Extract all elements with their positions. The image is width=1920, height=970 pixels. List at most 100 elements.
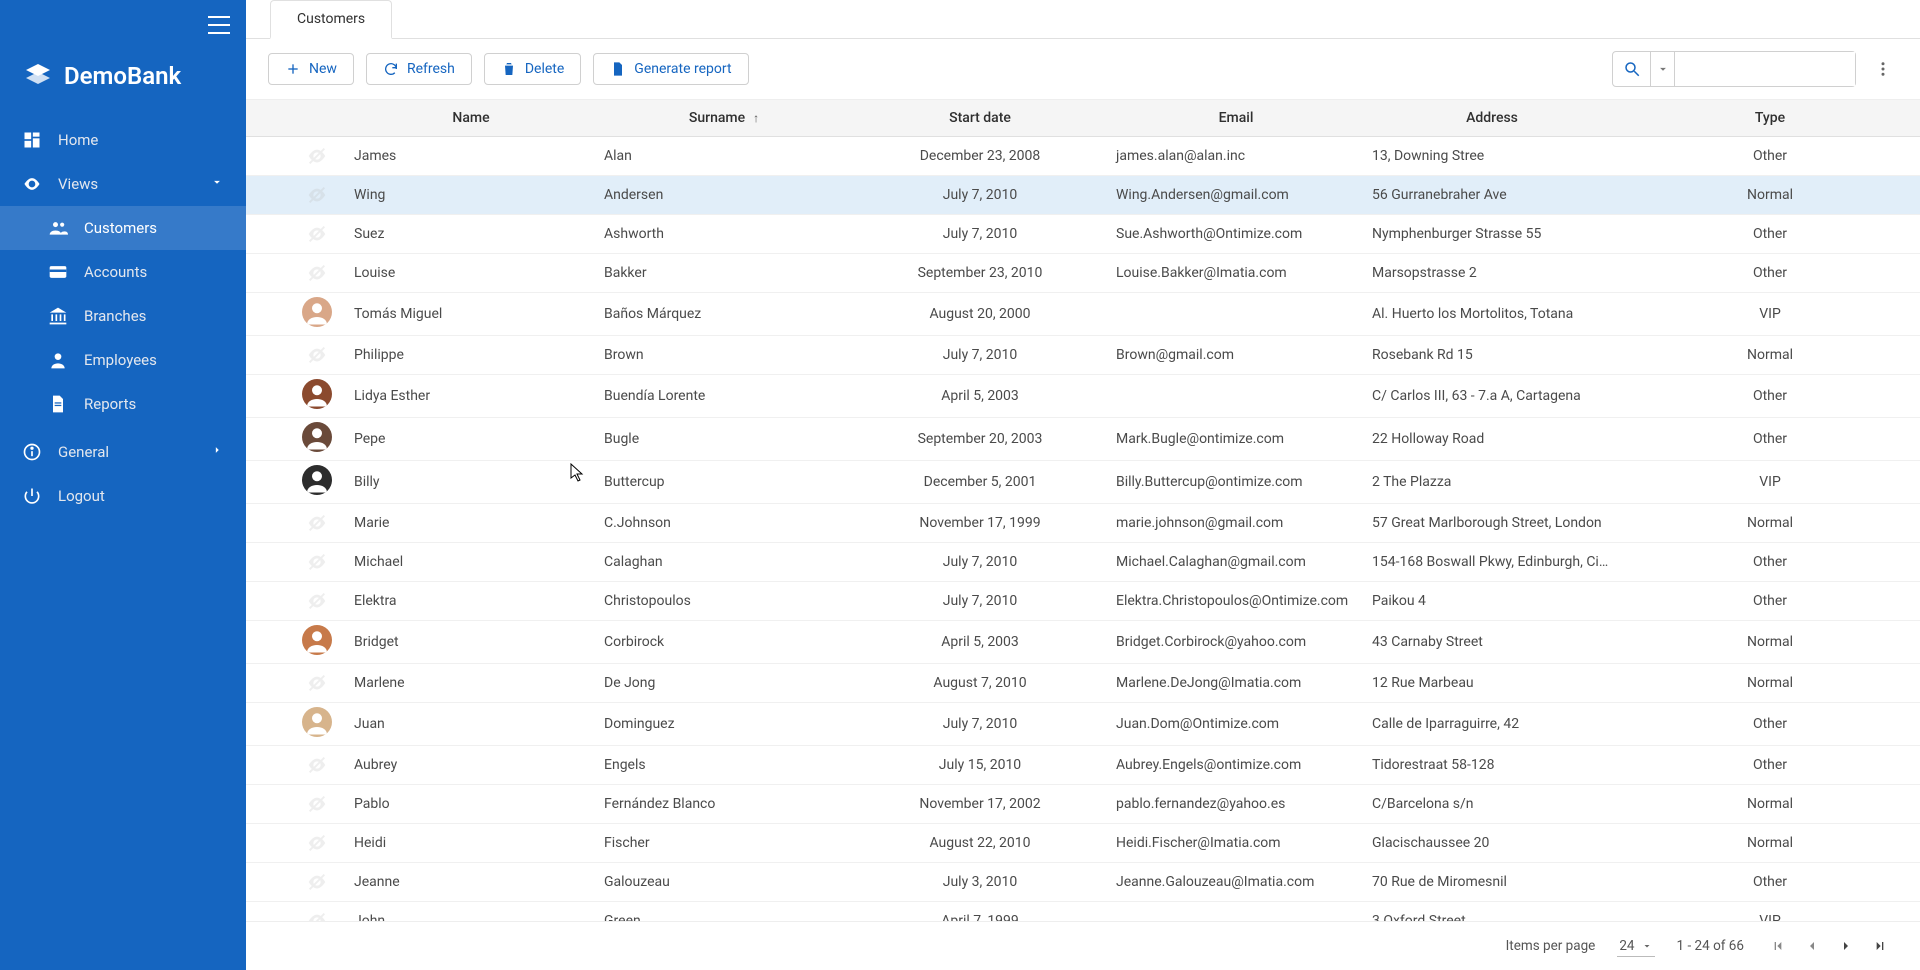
col-email[interactable]: Email (1108, 100, 1364, 137)
col-checkbox[interactable] (246, 100, 294, 137)
menu-toggle-icon[interactable] (208, 16, 230, 34)
cell-email: Billy.Buttercup@ontimize.com (1108, 461, 1364, 504)
table-row[interactable]: PepeBugleSeptember 20, 2003Mark.Bugle@on… (246, 418, 1920, 461)
cell-surname: Bugle (596, 418, 852, 461)
cell-date: December 5, 2001 (852, 461, 1108, 504)
nav-reports[interactable]: Reports (0, 382, 246, 426)
table-row[interactable]: HeidiFischerAugust 22, 2010Heidi.Fischer… (246, 824, 1920, 863)
cell-address: 22 Holloway Road (1364, 418, 1620, 461)
table-row[interactable]: ElektraChristopoulosJuly 7, 2010Elektra.… (246, 582, 1920, 621)
search-icon[interactable] (1613, 52, 1651, 86)
bank-icon (48, 306, 68, 326)
table-row[interactable]: BillyButtercupDecember 5, 2001Billy.Butt… (246, 461, 1920, 504)
nav-general[interactable]: General (0, 430, 246, 474)
page-last-icon[interactable] (1868, 934, 1892, 958)
avatar (302, 625, 332, 655)
cell-email: Elektra.Christopoulos@Ontimize.com (1108, 582, 1364, 621)
pager-label: Items per page (1506, 938, 1596, 954)
col-type[interactable]: Type (1620, 100, 1920, 137)
table-row[interactable]: AubreyEngelsJuly 15, 2010Aubrey.Engels@o… (246, 746, 1920, 785)
cell-surname: Green (596, 902, 852, 922)
eye-off-icon (302, 219, 332, 249)
cell-name: Louise (346, 254, 596, 293)
cell-date: July 7, 2010 (852, 543, 1108, 582)
table-row[interactable]: WingAndersenJuly 7, 2010Wing.Andersen@gm… (246, 176, 1920, 215)
table-row[interactable]: JamesAlanDecember 23, 2008james.alan@ala… (246, 137, 1920, 176)
cell-email (1108, 293, 1364, 336)
table-row[interactable]: PhilippeBrownJuly 7, 2010Brown@gmail.com… (246, 336, 1920, 375)
table-scroll[interactable]: Name Surname↑ Start date Email Address T… (246, 100, 1920, 921)
col-surname[interactable]: Surname↑ (596, 100, 852, 137)
cell-name: Wing (346, 176, 596, 215)
cell-type: Other (1620, 375, 1920, 418)
page-prev-icon[interactable] (1800, 934, 1824, 958)
table-row[interactable]: MarieC.JohnsonNovember 17, 1999marie.joh… (246, 504, 1920, 543)
nav-branches[interactable]: Branches (0, 294, 246, 338)
pager: Items per page 24 1 - 24 of 66 (246, 921, 1920, 970)
cell-name: Pepe (346, 418, 596, 461)
cell-date: July 15, 2010 (852, 746, 1108, 785)
new-button[interactable]: New (268, 53, 354, 85)
cell-address: 13, Downing Stree (1364, 137, 1620, 176)
table-row[interactable]: Tomás MiguelBaños MárquezAugust 20, 2000… (246, 293, 1920, 336)
page-next-icon[interactable] (1834, 934, 1858, 958)
page-size-select[interactable]: 24 (1617, 936, 1654, 957)
table-row[interactable]: SuezAshworthJuly 7, 2010Sue.Ashworth@Ont… (246, 215, 1920, 254)
cell-name: Marie (346, 504, 596, 543)
more-options-icon[interactable] (1868, 52, 1898, 86)
nav-home[interactable]: Home (0, 118, 246, 162)
table-row[interactable]: PabloFernández BlancoNovember 17, 2002pa… (246, 785, 1920, 824)
cell-email: Bridget.Corbirock@yahoo.com (1108, 621, 1364, 664)
avatar (302, 465, 332, 495)
nav-views[interactable]: Views (0, 162, 246, 206)
cell-email: Aubrey.Engels@ontimize.com (1108, 746, 1364, 785)
nav-accounts[interactable]: Accounts (0, 250, 246, 294)
cell-address: 57 Great Marlborough Street, London (1364, 504, 1620, 543)
cell-date: July 3, 2010 (852, 863, 1108, 902)
cell-date: July 7, 2010 (852, 176, 1108, 215)
cell-type: Other (1620, 746, 1920, 785)
table-row[interactable]: JuanDominguezJuly 7, 2010Juan.Dom@Ontimi… (246, 703, 1920, 746)
cell-name: Heidi (346, 824, 596, 863)
cell-surname: Alan (596, 137, 852, 176)
search-dropdown-icon[interactable] (1651, 52, 1675, 86)
cell-email (1108, 902, 1364, 922)
cell-date: April 5, 2003 (852, 621, 1108, 664)
search-input[interactable] (1675, 52, 1855, 86)
cell-address: Nymphenburger Strasse 55 (1364, 215, 1620, 254)
cell-email: Marlene.DeJong@Imatia.com (1108, 664, 1364, 703)
col-startdate[interactable]: Start date (852, 100, 1108, 137)
generate-report-button[interactable]: Generate report (593, 53, 748, 85)
cell-date: July 7, 2010 (852, 215, 1108, 254)
table-row[interactable]: JeanneGalouzeauJuly 3, 2010Jeanne.Galouz… (246, 863, 1920, 902)
toolbar: New Refresh Delete Generate report (246, 39, 1920, 100)
cell-surname: Ashworth (596, 215, 852, 254)
tab-customers[interactable]: Customers (270, 0, 392, 39)
page-first-icon[interactable] (1766, 934, 1790, 958)
nav-customers[interactable]: Customers (0, 206, 246, 250)
eye-off-icon (302, 906, 332, 921)
table-row[interactable]: JohnGreenApril 7, 19993 Oxford StreetVIP (246, 902, 1920, 922)
cell-type: Normal (1620, 824, 1920, 863)
cell-surname: Calaghan (596, 543, 852, 582)
eye-icon (22, 174, 42, 194)
table-row[interactable]: MichaelCalaghanJuly 7, 2010Michael.Calag… (246, 543, 1920, 582)
eye-off-icon (302, 547, 332, 577)
table-row[interactable]: BridgetCorbirockApril 5, 2003Bridget.Cor… (246, 621, 1920, 664)
delete-button[interactable]: Delete (484, 53, 581, 85)
table-row[interactable]: MarleneDe JongAugust 7, 2010Marlene.DeJo… (246, 664, 1920, 703)
sidebar: DemoBank Home Views Customers Accounts B… (0, 0, 246, 970)
nav-employees[interactable]: Employees (0, 338, 246, 382)
table-row[interactable]: LouiseBakkerSeptember 23, 2010Louise.Bak… (246, 254, 1920, 293)
cell-address: C/ Carlos III, 63 - 7.a A, Cartagena (1364, 375, 1620, 418)
cell-date: April 5, 2003 (852, 375, 1108, 418)
col-address[interactable]: Address (1364, 100, 1620, 137)
col-name[interactable]: Name (346, 100, 596, 137)
refresh-button[interactable]: Refresh (366, 53, 472, 85)
eye-off-icon (302, 340, 332, 370)
table-row[interactable]: Lidya EstherBuendía LorenteApril 5, 2003… (246, 375, 1920, 418)
eye-off-icon (302, 789, 332, 819)
cell-name: Billy (346, 461, 596, 504)
nav-logout[interactable]: Logout (0, 474, 246, 518)
eye-off-icon (302, 867, 332, 897)
